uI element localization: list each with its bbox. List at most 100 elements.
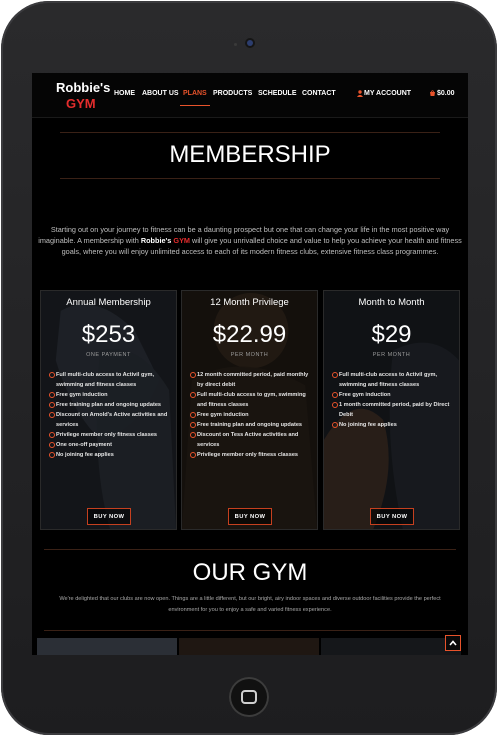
home-button[interactable] bbox=[229, 677, 269, 717]
divider-gym-top bbox=[44, 549, 456, 550]
nav-item-contact[interactable]: CONTACT bbox=[302, 90, 336, 97]
feature-text: Privilege member only fitness classes bbox=[56, 432, 158, 438]
feature-text: Free gym induction bbox=[339, 392, 391, 398]
check-circle-icon bbox=[49, 442, 55, 448]
plan-title: Annual Membership bbox=[66, 297, 151, 308]
feature-text: Discount on Tess Active activities and s… bbox=[197, 432, 299, 448]
plan-feature: Privilege member only fitness classes bbox=[49, 430, 173, 440]
feature-text: Full multi-club access to Activil gym, s… bbox=[339, 372, 438, 388]
feature-text: Privilege member only fitness classes bbox=[197, 452, 299, 458]
plan-features: Full multi-club access to Activil gym, s… bbox=[49, 370, 173, 460]
our-gym-text: We're delighted that our clubs are now o… bbox=[59, 596, 441, 613]
plan-feature: 12 month committed period, paid monthly … bbox=[190, 370, 314, 390]
camera-icon bbox=[247, 40, 253, 46]
feature-text: Full multi-club access to Activil gym, s… bbox=[56, 372, 155, 388]
check-circle-icon bbox=[190, 452, 196, 458]
plan-feature: Discount on Tess Active activities and s… bbox=[190, 430, 314, 450]
plan-price: $22.99 bbox=[212, 321, 287, 348]
check-circle-icon bbox=[190, 422, 196, 428]
plan-period: ONE PAYMENT bbox=[86, 352, 131, 358]
membership-intro: Starting out on your journey to fitness … bbox=[38, 225, 462, 257]
buy-now-button[interactable]: BUY NOW bbox=[87, 508, 131, 525]
check-circle-icon bbox=[49, 412, 55, 418]
nav-item-about-us[interactable]: ABOUT US bbox=[142, 90, 179, 97]
plan-period: PER MONTH bbox=[230, 352, 269, 358]
our-gym-title: OUR GYM bbox=[192, 559, 308, 586]
check-circle-icon bbox=[49, 372, 55, 378]
my-account-link[interactable]: MY ACCOUNT bbox=[364, 90, 411, 97]
plan-price: $253 bbox=[81, 321, 136, 348]
feature-text: 12 month committed period, paid monthly … bbox=[197, 372, 309, 388]
membership-title: MEMBERSHIP bbox=[169, 141, 331, 168]
active-nav-underline bbox=[180, 105, 210, 106]
check-circle-icon bbox=[49, 432, 55, 438]
feature-text: Free training plan and ongoing updates bbox=[56, 402, 162, 408]
check-circle-icon bbox=[49, 452, 55, 458]
plan-feature: Full multi-club access to Activil gym, s… bbox=[332, 370, 456, 390]
plan-features: 12 month committed period, paid monthly … bbox=[190, 370, 314, 460]
check-circle-icon bbox=[332, 372, 338, 378]
plan-card-annual: Annual Membership $253 ONE PAYMENT Full … bbox=[40, 290, 177, 530]
feature-text: 1 month committed period, paid by Direct… bbox=[339, 402, 450, 418]
feature-text: No joining fee applies bbox=[339, 422, 397, 428]
plan-title: 12 Month Privilege bbox=[210, 297, 289, 308]
check-circle-icon bbox=[332, 402, 338, 408]
plan-feature: Discount on Arnold's Active activities a… bbox=[49, 410, 173, 430]
feature-text: Free gym induction bbox=[56, 392, 108, 398]
website-screen: Robbie's GYM HOME ABOUT US PLANS PRODUCT… bbox=[32, 73, 468, 655]
check-circle-icon bbox=[49, 402, 55, 408]
plan-feature: Free training plan and ongoing updates bbox=[190, 420, 314, 430]
check-circle-icon bbox=[190, 412, 196, 418]
plan-card-month-to-month: Month to Month $29 PER MONTH Full multi-… bbox=[323, 290, 460, 530]
logo-line1[interactable]: Robbie's bbox=[56, 80, 110, 95]
plan-feature: No joining fee applies bbox=[49, 450, 173, 460]
plan-card-12-month: 12 Month Privilege $22.99 PER MONTH 12 m… bbox=[181, 290, 318, 530]
intro-brand-name: Robbie's bbox=[140, 235, 172, 245]
plan-feature: Free gym induction bbox=[49, 390, 173, 400]
gallery-image[interactable] bbox=[37, 638, 177, 655]
feature-text: Free training plan and ongoing updates bbox=[197, 422, 303, 428]
gallery-image[interactable] bbox=[321, 638, 461, 655]
check-circle-icon bbox=[190, 432, 196, 438]
check-circle-icon bbox=[332, 422, 338, 428]
divider-top bbox=[60, 132, 440, 133]
user-icon bbox=[357, 90, 363, 97]
home-button-icon bbox=[241, 690, 257, 704]
nav-item-plans[interactable]: PLANS bbox=[183, 90, 207, 97]
feature-text: Full multi-club access to gym, swimming … bbox=[197, 392, 306, 408]
navbar: Robbie's GYM HOME ABOUT US PLANS PRODUCT… bbox=[32, 73, 468, 118]
buy-now-button[interactable]: BUY NOW bbox=[370, 508, 414, 525]
feature-text: No joining fee applies bbox=[56, 452, 114, 458]
logo-line2[interactable]: GYM bbox=[66, 96, 96, 111]
plan-features: Full multi-club access to Activil gym, s… bbox=[332, 370, 456, 430]
cart-icon bbox=[430, 90, 435, 96]
plan-price: $29 bbox=[371, 321, 412, 348]
check-circle-icon bbox=[49, 392, 55, 398]
plan-feature: Free gym induction bbox=[190, 410, 314, 420]
feature-text: One one-off payment bbox=[56, 442, 112, 448]
plan-feature: Free training plan and ongoing updates bbox=[49, 400, 173, 410]
feature-text: Discount on Arnold's Active activities a… bbox=[56, 412, 168, 428]
divider-gym-bottom bbox=[44, 630, 456, 631]
plan-feature: Full multi-club access to gym, swimming … bbox=[190, 390, 314, 410]
nav-item-products[interactable]: PRODUCTS bbox=[213, 90, 252, 97]
check-circle-icon bbox=[332, 392, 338, 398]
intro-brand-gym: GYM bbox=[173, 235, 191, 245]
sensor-icon bbox=[234, 43, 237, 46]
plan-feature: No joining fee applies bbox=[332, 420, 456, 430]
plan-period: PER MONTH bbox=[372, 352, 411, 358]
plan-feature: Privilege member only fitness classes bbox=[190, 450, 314, 460]
cart-total-link[interactable]: $0.00 bbox=[437, 90, 455, 97]
gallery-image[interactable] bbox=[179, 638, 319, 655]
nav-item-home[interactable]: HOME bbox=[114, 90, 135, 97]
feature-text: Free gym induction bbox=[197, 412, 249, 418]
divider-bottom bbox=[60, 178, 440, 179]
nav-item-schedule[interactable]: SCHEDULE bbox=[258, 90, 297, 97]
plan-feature: Full multi-club access to Activil gym, s… bbox=[49, 370, 173, 390]
plan-feature: 1 month committed period, paid by Direct… bbox=[332, 400, 456, 420]
back-to-top-button[interactable] bbox=[445, 635, 461, 651]
chevron-up-icon bbox=[449, 640, 457, 646]
buy-now-button[interactable]: BUY NOW bbox=[228, 508, 272, 525]
plan-feature: Free gym induction bbox=[332, 390, 456, 400]
plan-title: Month to Month bbox=[358, 297, 425, 308]
